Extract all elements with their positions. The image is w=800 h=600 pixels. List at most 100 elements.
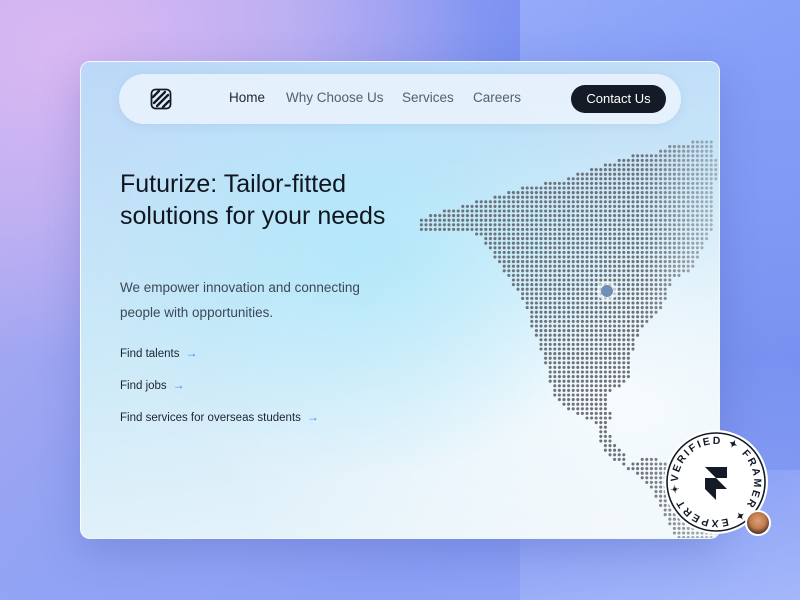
nav-why-choose-us[interactable]: Why Choose Us bbox=[286, 90, 384, 105]
nav-home[interactable]: Home bbox=[229, 90, 265, 105]
map-dot bbox=[594, 204, 598, 208]
map-dot bbox=[539, 324, 543, 328]
map-dot bbox=[631, 191, 635, 195]
map-dot bbox=[580, 388, 584, 392]
map-dot bbox=[649, 292, 653, 296]
map-dot bbox=[654, 223, 658, 227]
map-dot bbox=[603, 237, 607, 241]
map-dot bbox=[498, 209, 502, 213]
map-dot bbox=[659, 283, 663, 287]
map-dot bbox=[640, 255, 644, 259]
map-dot bbox=[599, 384, 603, 388]
map-dot bbox=[709, 158, 713, 162]
map-dot bbox=[636, 237, 640, 241]
map-dot bbox=[553, 306, 557, 310]
map-dot bbox=[599, 370, 603, 374]
map-dot bbox=[590, 177, 594, 181]
find-talents-link[interactable]: Find talents → bbox=[120, 346, 197, 360]
map-dot bbox=[571, 241, 575, 245]
map-dot bbox=[617, 237, 621, 241]
map-dot bbox=[663, 287, 667, 291]
map-dot bbox=[700, 223, 704, 227]
map-dot bbox=[663, 278, 667, 282]
map-dot bbox=[691, 264, 695, 268]
find-jobs-link[interactable]: Find jobs → bbox=[120, 378, 185, 392]
map-dot bbox=[539, 204, 543, 208]
map-dot bbox=[603, 186, 607, 190]
map-dot bbox=[465, 223, 469, 227]
map-dot bbox=[649, 163, 653, 167]
map-dot bbox=[649, 255, 653, 259]
map-dot bbox=[544, 324, 548, 328]
map-dot bbox=[521, 246, 525, 250]
map-dot bbox=[636, 195, 640, 199]
brand-logo-icon[interactable] bbox=[149, 87, 173, 111]
map-dot bbox=[599, 338, 603, 342]
map-dot bbox=[557, 195, 561, 199]
map-dot bbox=[557, 255, 561, 259]
map-dot bbox=[585, 407, 589, 411]
map-dot bbox=[626, 227, 630, 231]
map-dot bbox=[599, 241, 603, 245]
map-dot bbox=[599, 347, 603, 351]
find-services-link[interactable]: Find services for overseas students → bbox=[120, 410, 319, 424]
map-dot bbox=[608, 434, 612, 438]
contact-us-button[interactable]: Contact Us bbox=[571, 85, 666, 113]
map-dot bbox=[571, 195, 575, 199]
map-dot bbox=[590, 214, 594, 218]
map-dot bbox=[557, 209, 561, 213]
map-dot bbox=[548, 324, 552, 328]
map-dot bbox=[663, 269, 667, 273]
map-dot bbox=[580, 333, 584, 337]
map-dot bbox=[516, 195, 520, 199]
map-dot bbox=[626, 172, 630, 176]
map-dot bbox=[626, 186, 630, 190]
location-marker-icon[interactable] bbox=[601, 285, 613, 297]
map-dot bbox=[631, 255, 635, 259]
nav-services[interactable]: Services bbox=[402, 90, 454, 105]
map-dot bbox=[686, 269, 690, 273]
map-dot bbox=[668, 218, 672, 222]
map-dot bbox=[590, 283, 594, 287]
map-dot bbox=[640, 163, 644, 167]
map-dot bbox=[539, 246, 543, 250]
map-dot bbox=[649, 287, 653, 291]
map-dot bbox=[603, 250, 607, 254]
map-dot bbox=[622, 315, 626, 319]
map-dot bbox=[567, 214, 571, 218]
map-dot bbox=[640, 232, 644, 236]
map-dot bbox=[622, 278, 626, 282]
map-dot bbox=[613, 209, 617, 213]
map-dot bbox=[548, 273, 552, 277]
map-dot bbox=[544, 287, 548, 291]
map-dot bbox=[613, 246, 617, 250]
map-dot bbox=[631, 310, 635, 314]
map-dot bbox=[695, 223, 699, 227]
map-dot bbox=[580, 269, 584, 273]
map-dot bbox=[530, 273, 534, 277]
map-dot bbox=[539, 214, 543, 218]
map-dot bbox=[617, 342, 621, 346]
map-dot bbox=[599, 200, 603, 204]
map-dot bbox=[553, 379, 557, 383]
map-dot bbox=[511, 273, 515, 277]
map-dot bbox=[557, 315, 561, 319]
map-dot bbox=[654, 296, 658, 300]
map-dot bbox=[530, 218, 534, 222]
map-dot bbox=[608, 352, 612, 356]
map-dot bbox=[594, 370, 598, 374]
map-dot bbox=[571, 255, 575, 259]
nav-careers[interactable]: Careers bbox=[473, 90, 521, 105]
map-dot bbox=[705, 232, 709, 236]
map-dot bbox=[585, 269, 589, 273]
map-dot bbox=[590, 223, 594, 227]
map-dot bbox=[599, 333, 603, 337]
map-dot bbox=[603, 402, 607, 406]
map-dot bbox=[438, 214, 442, 218]
map-dot bbox=[645, 200, 649, 204]
map-dot bbox=[626, 296, 630, 300]
map-dot bbox=[686, 158, 690, 162]
map-dot bbox=[461, 223, 465, 227]
map-dot bbox=[608, 191, 612, 195]
map-dot bbox=[585, 301, 589, 305]
